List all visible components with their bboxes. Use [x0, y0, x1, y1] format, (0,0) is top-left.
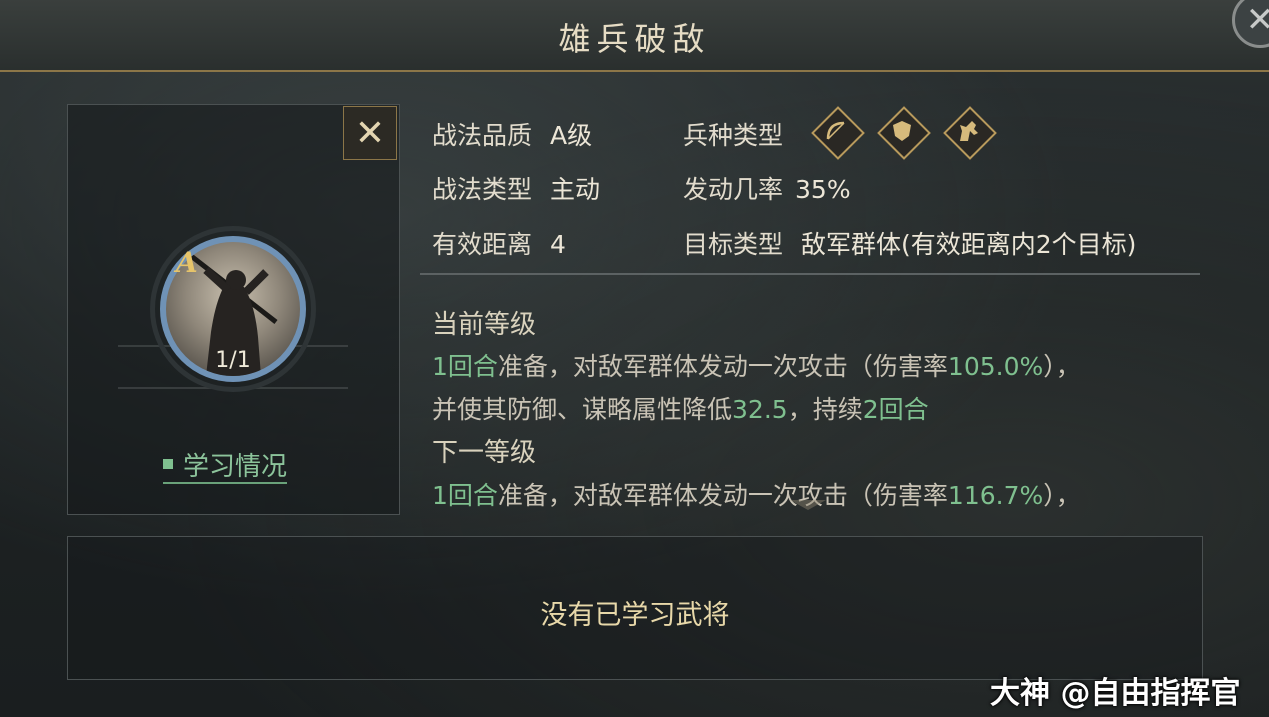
- page-title: 雄兵破敌: [558, 20, 711, 58]
- bullet-icon: [163, 459, 173, 469]
- quality-label: 战法品质: [432, 121, 533, 150]
- horse-icon: [944, 107, 992, 155]
- skill-type-label: 战法类型: [432, 175, 533, 204]
- watermark: 大神 @自由指挥官: [990, 676, 1241, 711]
- skill-type-row: 战法类型 主动: [432, 170, 600, 206]
- range-row: 有效距离 4: [432, 225, 566, 261]
- quality-row: 战法品质 A级: [432, 116, 592, 152]
- troop-type-label: 兵种类型: [683, 121, 784, 150]
- grade-letter: A: [176, 246, 198, 279]
- target-type-row: 目标类型 敌军群体(有效距离内2个目标): [683, 225, 1136, 261]
- troop-type-row: 兵种类型: [683, 116, 783, 152]
- shield-icon: [878, 107, 926, 155]
- range-value: 4: [550, 230, 566, 259]
- learned-generals-panel: 没有已学习武将: [67, 536, 1203, 680]
- empty-message: 没有已学习武将: [540, 600, 730, 631]
- next-level-title: 下一等级: [432, 438, 537, 468]
- current-level-title: 当前等级: [432, 310, 537, 340]
- learn-status-link[interactable]: 学习情况: [163, 446, 288, 484]
- bow-icon: [812, 107, 860, 155]
- trigger-rate-value: 35%: [795, 175, 851, 204]
- range-label: 有效距离: [432, 230, 533, 259]
- close-icon: ✕: [354, 112, 386, 154]
- close-button[interactable]: ✕: [343, 106, 397, 160]
- trigger-rate-label: 发动几率: [683, 175, 784, 204]
- current-level-line-2: 并使其防御、谋略属性降低32.5，持续2回合: [432, 395, 929, 424]
- target-type-label: 目标类型: [683, 230, 784, 259]
- level-count: 1/1: [215, 348, 251, 373]
- scroll-down-icon[interactable]: [790, 500, 826, 510]
- trigger-rate-row: 发动几率 35%: [683, 170, 851, 206]
- learn-status-label: 学习情况: [183, 451, 288, 482]
- divider: [420, 273, 1200, 275]
- skill-type-value: 主动: [550, 175, 601, 204]
- title-bar: 雄兵破敌: [0, 0, 1269, 72]
- target-type-value: 敌军群体(有效距离内2个目标): [801, 230, 1137, 259]
- next-level-line-1: 1回合准备，对敌军群体发动一次攻击（伤害率116.7%），: [432, 481, 1081, 510]
- quality-value: A级: [550, 121, 593, 150]
- current-level-line-1: 1回合准备，对敌军群体发动一次攻击（伤害率105.0%），: [432, 352, 1081, 381]
